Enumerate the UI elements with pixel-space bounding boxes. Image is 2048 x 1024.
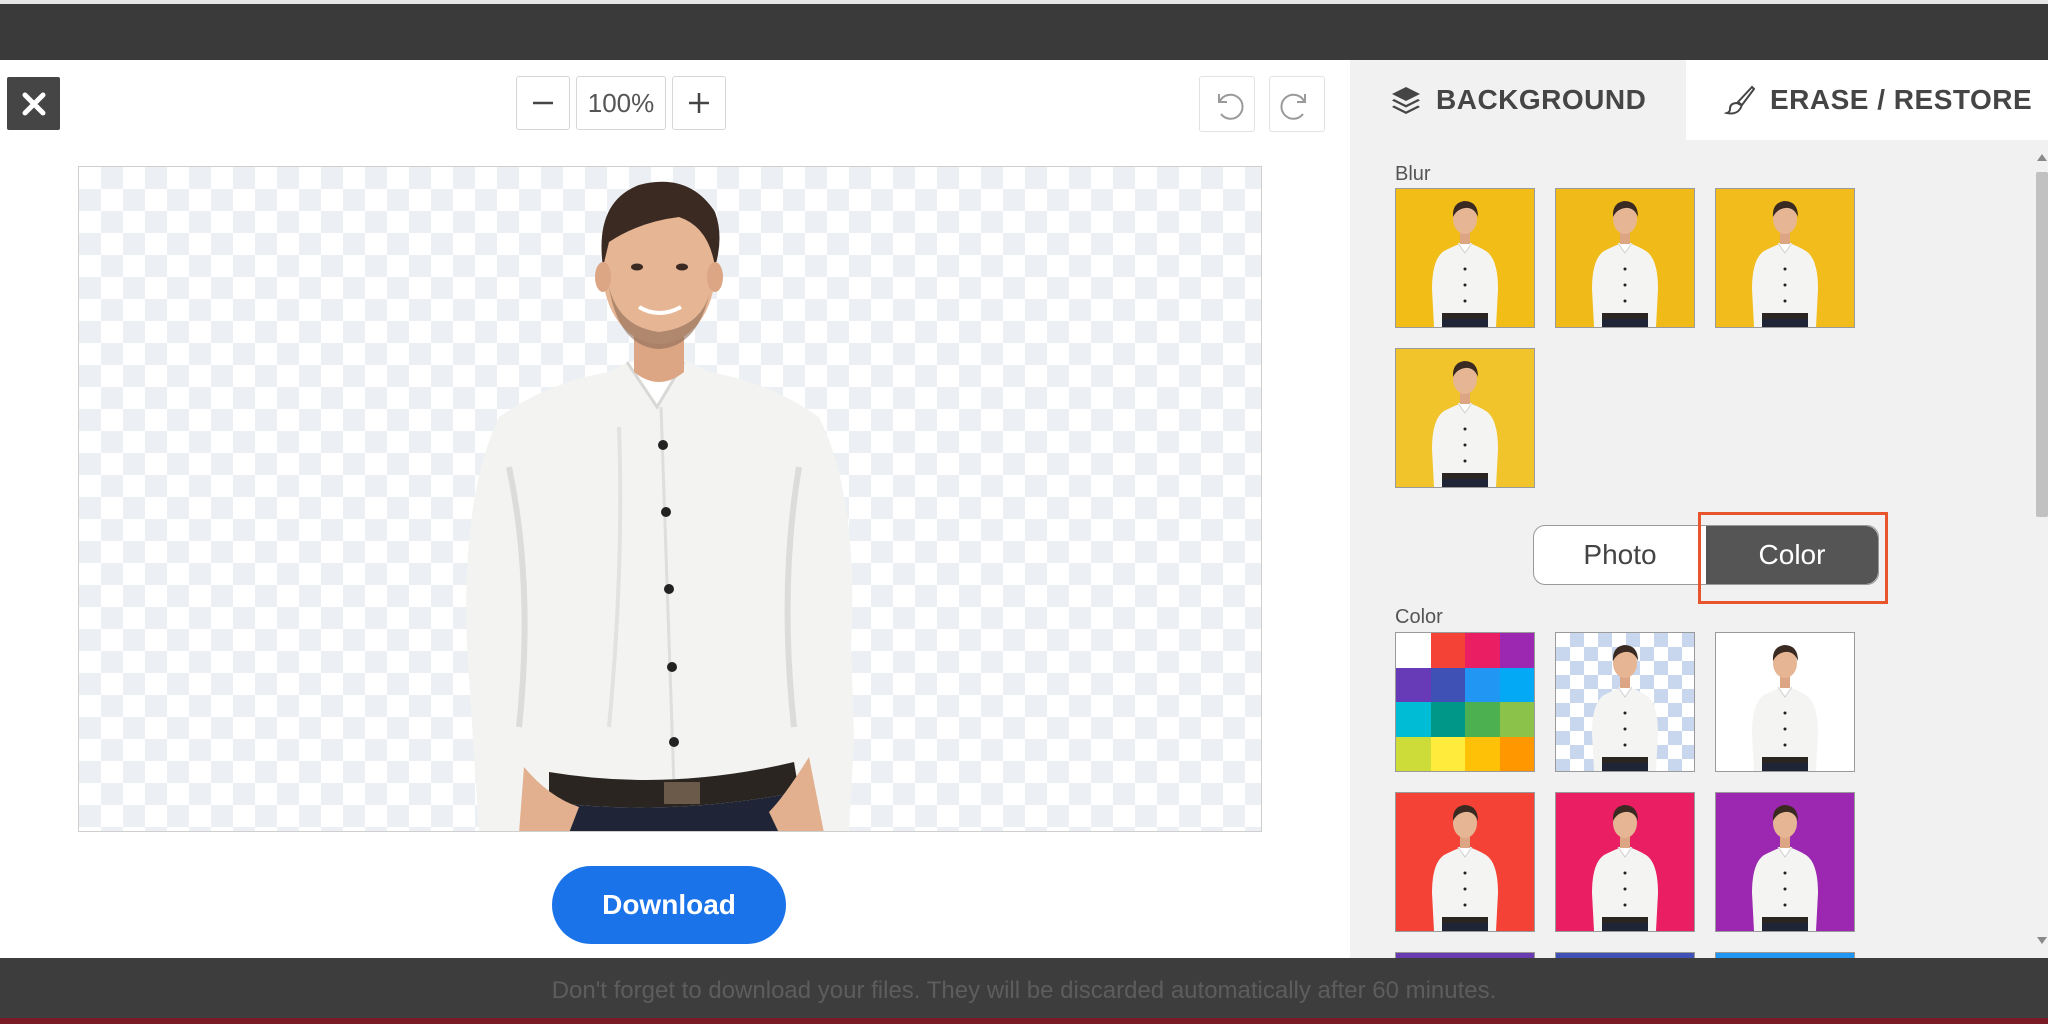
zoom-out-button[interactable] [516, 76, 570, 130]
palette-swatch [1499, 633, 1534, 668]
palette-swatch [1499, 702, 1534, 737]
tab-background[interactable]: BACKGROUND [1350, 60, 1686, 140]
toggle-photo-button[interactable]: Photo [1534, 526, 1706, 584]
cutout-person-image [466, 181, 854, 831]
blur-thumb[interactable] [1555, 188, 1695, 328]
editor-modal: 100% Download BACKGROUND ERASE / RESTORE… [0, 60, 2048, 958]
undo-icon [1218, 93, 1244, 120]
undo-button[interactable] [1199, 76, 1255, 132]
palette-swatch [1499, 736, 1534, 771]
blur-thumb[interactable] [1395, 348, 1535, 488]
blur-thumb[interactable] [1715, 188, 1855, 328]
zoom-level: 100% [576, 76, 666, 130]
palette-swatch [1465, 667, 1500, 702]
color-thumb-pink[interactable] [1555, 792, 1695, 932]
download-button[interactable]: Download [552, 866, 786, 944]
color-thumb-palette[interactable] [1395, 632, 1535, 772]
palette-swatch [1396, 633, 1431, 668]
notice-bar: Don't forget to download your files. The… [0, 958, 2048, 1024]
palette-swatch [1465, 633, 1500, 668]
scroll-up-arrow-icon[interactable] [2036, 152, 2048, 162]
close-button[interactable] [7, 77, 60, 130]
color-thumb-white[interactable] [1715, 632, 1855, 772]
palette-swatch [1430, 702, 1465, 737]
palette-swatch [1465, 702, 1500, 737]
zoom-controls: 100% [516, 76, 726, 130]
minus-icon [533, 101, 553, 105]
color-section-label: Color [1395, 606, 1443, 628]
plus-icon [689, 93, 709, 113]
palette-swatch [1499, 667, 1534, 702]
redo-button[interactable] [1269, 76, 1325, 132]
palette-swatch [1430, 736, 1465, 771]
palette-swatch [1396, 702, 1431, 737]
palette-swatch [1430, 667, 1465, 702]
site-header-bar [0, 0, 2048, 60]
image-canvas[interactable] [78, 166, 1262, 832]
background-panel: BACKGROUND ERASE / RESTORE Blur Photo Co… [1350, 60, 2048, 958]
zoom-in-button[interactable] [672, 76, 726, 130]
layers-icon [1392, 87, 1420, 114]
color-thumb-transparent[interactable] [1555, 632, 1695, 772]
scroll-down-arrow-icon[interactable] [2036, 936, 2048, 946]
palette-swatch [1396, 667, 1431, 702]
notice-text: Don't forget to download your files. The… [551, 977, 1497, 1004]
history-controls [1199, 76, 1325, 132]
brush-icon [1724, 85, 1756, 115]
tab-background-label: BACKGROUND [1436, 84, 1647, 115]
color-thumb-red[interactable] [1395, 792, 1535, 932]
palette-swatch [1396, 736, 1431, 771]
panel-scrollbar-thumb[interactable] [2036, 172, 2048, 517]
tab-erase-restore-label: ERASE / RESTORE [1770, 84, 2033, 115]
color-thumb-purple[interactable] [1715, 792, 1855, 932]
bottom-accent-strip [0, 1018, 2048, 1024]
palette-swatch [1430, 633, 1465, 668]
palette-swatch [1465, 736, 1500, 771]
photo-color-toggle: Photo Color [1533, 525, 1879, 585]
blur-section-label: Blur [1395, 163, 1431, 185]
close-icon [22, 92, 45, 115]
redo-icon [1280, 93, 1306, 120]
color-palette-grid [1396, 633, 1534, 771]
toggle-color-button[interactable]: Color [1706, 526, 1878, 584]
blur-thumb[interactable] [1395, 188, 1535, 328]
tab-erase-restore[interactable]: ERASE / RESTORE [1686, 60, 2048, 140]
panel-tabs: BACKGROUND ERASE / RESTORE [1350, 60, 2048, 140]
